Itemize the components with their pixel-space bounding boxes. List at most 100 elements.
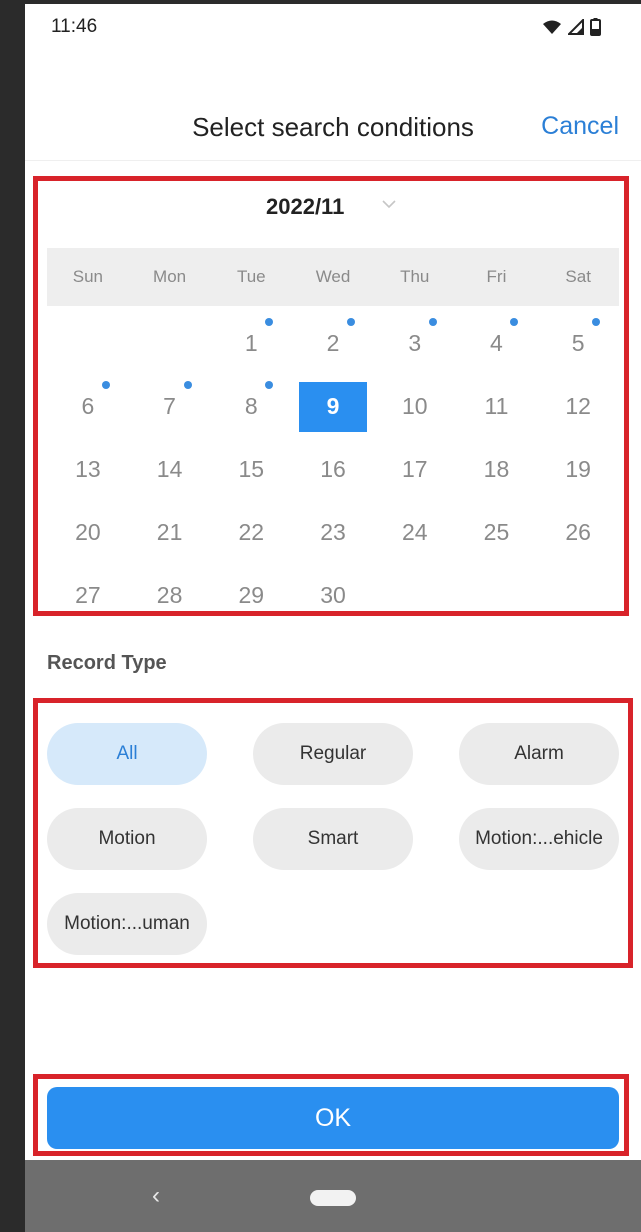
ok-button[interactable]: OK: [47, 1087, 619, 1149]
calendar-day-number: 2: [326, 330, 340, 356]
signal-icon: [568, 19, 584, 35]
calendar-day-number: 19: [565, 456, 591, 482]
cancel-button[interactable]: Cancel: [541, 112, 619, 141]
calendar-day-number: 30: [320, 582, 346, 608]
header-divider: [25, 160, 641, 161]
weekday-label: Thu: [400, 267, 430, 286]
calendar-day[interactable]: 6: [47, 375, 129, 438]
chip-motion-human[interactable]: Motion:...uman: [47, 893, 207, 955]
calendar-day-number: 12: [565, 393, 591, 419]
calendar-empty-cell: [47, 312, 129, 375]
record-indicator-dot: [428, 317, 437, 326]
calendar-day-number: 11: [484, 393, 509, 419]
calendar-week-row: 20 21 22 23 24 25 26: [47, 501, 619, 564]
calendar-day[interactable]: 20: [47, 501, 129, 564]
calendar-day[interactable]: 13: [47, 438, 129, 501]
calendar-day-number: 27: [75, 582, 101, 608]
calendar-day[interactable]: 3: [374, 312, 456, 375]
calendar-day[interactable]: 21: [129, 501, 211, 564]
month-selector[interactable]: 2022/11: [25, 188, 641, 228]
chip-smart[interactable]: Smart: [253, 808, 413, 870]
record-type-options: All Regular Alarm Motion Smart Motion:..…: [47, 723, 619, 955]
calendar-day-number: 25: [483, 519, 510, 545]
device-frame: 11:46 Select search conditions Cancel 20…: [0, 0, 641, 1232]
home-pill-icon[interactable]: [310, 1190, 356, 1206]
calendar-day[interactable]: 19: [537, 438, 619, 501]
calendar-week-row: 27 28 29 30: [47, 564, 619, 627]
calendar-empty-cell: [456, 564, 538, 627]
weekday-label: Fri: [486, 267, 507, 286]
record-indicator-dot: [347, 317, 356, 326]
calendar-day-number: 24: [401, 519, 428, 545]
back-icon[interactable]: ‹: [152, 1182, 160, 1210]
calendar-day[interactable]: 26: [537, 501, 619, 564]
calendar-day-number: 7: [163, 393, 176, 419]
record-indicator-dot: [592, 317, 601, 326]
record-type-label: Record Type: [47, 652, 167, 674]
calendar-day-number: 13: [75, 456, 101, 482]
calendar-day[interactable]: 11: [456, 375, 538, 438]
calendar-day-number: 29: [238, 582, 265, 608]
calendar-day[interactable]: 24: [374, 501, 456, 564]
calendar-day[interactable]: 4: [456, 312, 538, 375]
status-bar: 11:46: [25, 4, 641, 52]
chip-regular[interactable]: Regular: [253, 723, 413, 785]
calendar-day[interactable]: 17: [374, 438, 456, 501]
calendar-day[interactable]: 15: [210, 438, 292, 501]
record-indicator-dot: [265, 380, 274, 389]
calendar-day[interactable]: 14: [129, 438, 211, 501]
calendar-day[interactable]: 28: [129, 564, 211, 627]
record-indicator-dot: [510, 317, 519, 326]
chevron-down-icon[interactable]: [381, 196, 397, 212]
dialog-header: Select search conditions Cancel: [25, 102, 641, 156]
calendar-empty-cell: [129, 312, 211, 375]
chip-alarm[interactable]: Alarm: [459, 723, 619, 785]
calendar-day-number: 15: [238, 456, 265, 482]
calendar-day[interactable]: 7: [129, 375, 211, 438]
calendar-day[interactable]: 12: [537, 375, 619, 438]
calendar-day-number: 9: [326, 393, 340, 419]
calendar-day[interactable]: 16: [292, 438, 374, 501]
weekday-label: Wed: [315, 267, 351, 286]
record-indicator-dot: [101, 380, 110, 389]
chip-motion-vehicle[interactable]: Motion:...ehicle: [459, 808, 619, 870]
calendar-day[interactable]: 1: [210, 312, 292, 375]
calendar-day[interactable]: 22: [210, 501, 292, 564]
calendar-day-number: 10: [401, 393, 428, 419]
calendar-day[interactable]: 8: [210, 375, 292, 438]
calendar-day[interactable]: 10: [374, 375, 456, 438]
calendar-day-number: 20: [75, 519, 101, 545]
calendar-day-number: 17: [401, 456, 428, 482]
calendar-day-number: 14: [156, 456, 183, 482]
calendar-week-row: 1 2 3 4 5: [47, 312, 619, 375]
wifi-icon: [543, 20, 561, 34]
chip-all[interactable]: All: [47, 723, 207, 785]
calendar-week-row: 6 7 8 9 10 11 12: [47, 375, 619, 438]
weekday-label: Sun: [72, 267, 103, 286]
calendar-day[interactable]: 9: [292, 375, 374, 438]
chip-motion[interactable]: Motion: [47, 808, 207, 870]
calendar-day-number: 26: [565, 519, 591, 545]
calendar-day-number: 8: [244, 393, 258, 419]
app-screen: 11:46 Select search conditions Cancel 20…: [25, 4, 641, 1232]
calendar-day[interactable]: 30: [292, 564, 374, 627]
calendar-day[interactable]: 5: [537, 312, 619, 375]
record-indicator-dot: [183, 380, 192, 389]
calendar-day[interactable]: 25: [456, 501, 538, 564]
calendar-day[interactable]: 23: [292, 501, 374, 564]
calendar-day-number: 18: [483, 456, 510, 482]
calendar-day-number: 3: [408, 330, 422, 356]
calendar-day[interactable]: 18: [456, 438, 538, 501]
weekday-label: Sat: [565, 267, 591, 286]
calendar-empty-cell: [374, 564, 456, 627]
calendar-week-row: 13 14 15 16 17 18 19: [47, 438, 619, 501]
weekday-header: Sun Mon Tue Wed Thu Fri Sat: [47, 248, 619, 306]
calendar-day-number: 23: [320, 519, 346, 545]
calendar-grid: 1 2 3 4 5 6 7 8 9 10 11 12 13 14 15 16 17 18 19 20 21 22 23 24 2…: [47, 312, 619, 627]
battery-icon: [590, 18, 601, 36]
calendar-day[interactable]: 2: [292, 312, 374, 375]
calendar-day[interactable]: 27: [47, 564, 129, 627]
weekday-label: Tue: [236, 267, 266, 286]
calendar-day-number: 16: [320, 456, 346, 482]
calendar-day[interactable]: 29: [210, 564, 292, 627]
